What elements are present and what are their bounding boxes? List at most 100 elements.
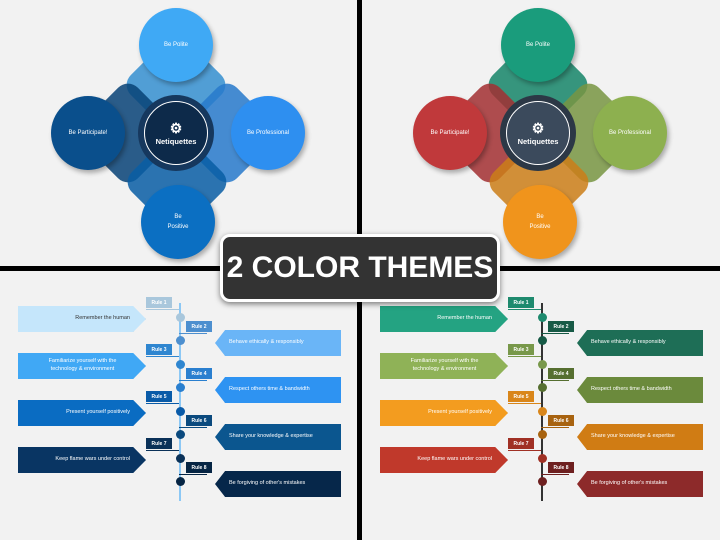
- gear-magnifier-icon: ⚙: [531, 119, 545, 136]
- rule-connector: [146, 403, 179, 404]
- hub-label-top: Be Polite: [163, 42, 188, 48]
- rule-tag: Rule 8: [548, 462, 574, 473]
- label-wrap: Be Positive: [529, 214, 550, 230]
- rule-box: Present yourself positively: [380, 400, 508, 426]
- rule-text: Be forgiving of other's mistakes: [591, 480, 668, 487]
- hub-circle-top: Be Polite: [501, 8, 575, 82]
- hub-circle-right: Be Professional: [593, 96, 667, 170]
- rule-tag: Rule 1: [508, 297, 534, 308]
- hub-center-inner: ⚙ Netiquettes: [144, 101, 208, 165]
- timeline-dot: [175, 383, 185, 392]
- rule-text: Share your knowledge & expertise: [229, 433, 313, 440]
- rule-box: Familiarize yourself with the technology…: [380, 353, 508, 379]
- hub-label-left: Be Participate!: [430, 130, 470, 136]
- rule-tag: Rule 5: [508, 391, 534, 402]
- rule-connector: [179, 333, 207, 334]
- rule-connector: [508, 356, 541, 357]
- rule-tag: Rule 7: [146, 438, 172, 449]
- rule-text: Keep flame wars under control: [417, 456, 492, 463]
- rule-text: Keep flame wars under control: [55, 456, 130, 463]
- hub-label-left: Be Participate!: [68, 130, 108, 136]
- rule-box: Respect others time & bandwidth: [577, 377, 703, 403]
- timeline-dot: [175, 453, 185, 463]
- timeline-dot: [537, 312, 547, 322]
- hub-circle-left: Be Participate!: [413, 96, 487, 170]
- timeline-dot: [537, 477, 547, 486]
- hub-circle-left: Be Participate!: [51, 96, 125, 170]
- rule-connector: [541, 380, 569, 381]
- rule-text: Share your knowledge & expertise: [591, 433, 675, 440]
- hub-center: ⚙ Netiquettes: [500, 95, 576, 171]
- gear-magnifier-icon: ⚙: [169, 119, 183, 136]
- rule-box: Familiarize yourself with the technology…: [18, 353, 146, 379]
- rule-connector: [508, 450, 541, 451]
- rule-box: Remember the human: [18, 306, 146, 332]
- rule-text: Present yourself positively: [66, 409, 130, 416]
- rule-tag: Rule 3: [146, 344, 172, 355]
- rule-connector: [146, 450, 179, 451]
- timeline-dot: [175, 312, 185, 322]
- multi-rules-slide: Remember the human Rule 1 Behave ethically…: [362, 271, 720, 540]
- hub-circle-bottom: Be Positive: [503, 185, 577, 259]
- blue-hub-slide: Be Polite Be Participate! Be Professional B…: [0, 0, 357, 266]
- timeline-dot: [175, 406, 185, 416]
- rule-tag: Rule 3: [508, 344, 534, 355]
- rule-connector: [541, 474, 569, 475]
- rule-tag: Rule 2: [548, 321, 574, 332]
- timeline-dot: [175, 359, 185, 369]
- rule-text: Respect others time & bandwidth: [591, 386, 672, 393]
- rule-tag: Rule 6: [548, 415, 574, 426]
- timeline-dot: [175, 336, 185, 345]
- rule-text: Present yourself positively: [428, 409, 492, 416]
- rule-connector: [508, 403, 541, 404]
- rule-text: Behave ethically & responsibly: [591, 339, 666, 346]
- rule-connector: [179, 427, 207, 428]
- hub-circle-right: Be Professional: [231, 96, 305, 170]
- hub-center: ⚙ Netiquettes: [138, 95, 214, 171]
- rule-text: Respect others time & bandwidth: [229, 386, 310, 393]
- hub-label-bottom-1: Be: [174, 214, 182, 220]
- banner-title: 2 COLOR THEMES: [220, 234, 500, 302]
- rule-box: Be forgiving of other's mistakes: [215, 471, 341, 497]
- rule-text: Familiarize yourself with the technology…: [48, 358, 117, 372]
- timeline-dot: [537, 383, 547, 392]
- rule-box: Share your knowledge & expertise: [577, 424, 703, 450]
- timeline-dot: [537, 430, 547, 439]
- rule-box: Present yourself positively: [18, 400, 146, 426]
- rule-connector: [146, 356, 179, 357]
- rule-text: Behave ethically & responsibly: [229, 339, 304, 346]
- hub-circle-top: Be Polite: [139, 8, 213, 82]
- rule-text: Remember the human: [75, 315, 130, 322]
- hub-label-right: Be Professional: [608, 130, 652, 136]
- hub-center-inner: ⚙ Netiquettes: [506, 101, 570, 165]
- hub-label-right: Be Professional: [246, 130, 290, 136]
- rule-connector: [541, 333, 569, 334]
- timeline-dot: [537, 406, 547, 416]
- rule-tag: Rule 6: [186, 415, 212, 426]
- rule-text: Be forgiving of other's mistakes: [229, 480, 306, 487]
- hub-center-label: Netiquettes: [517, 136, 559, 146]
- hub-circle-bottom: Be Positive: [141, 185, 215, 259]
- rule-box: Be forgiving of other's mistakes: [577, 471, 703, 497]
- rule-box: Share your knowledge & expertise: [215, 424, 341, 450]
- rule-box: Behave ethically & responsibly: [577, 330, 703, 356]
- label-wrap: Be Positive: [167, 214, 188, 230]
- timeline-dot: [175, 477, 185, 486]
- hub-label-bottom-2: Positive: [167, 224, 189, 230]
- rule-box: Respect others time & bandwidth: [215, 377, 341, 403]
- hub-center-label: Netiquettes: [155, 136, 197, 146]
- timeline-dot: [537, 453, 547, 463]
- rule-connector: [541, 427, 569, 428]
- rule-tag: Rule 1: [146, 297, 172, 308]
- rule-connector: [179, 380, 207, 381]
- rule-tag: Rule 2: [186, 321, 212, 332]
- rule-connector: [508, 309, 541, 310]
- hub-label-bottom-1: Be: [536, 214, 544, 220]
- rule-tag: Rule 7: [508, 438, 534, 449]
- timeline-dot: [537, 336, 547, 345]
- rule-text: Familiarize yourself with the technology…: [410, 358, 479, 372]
- timeline-dot: [175, 430, 185, 439]
- rule-box: Remember the human: [380, 306, 508, 332]
- rule-connector: [179, 474, 207, 475]
- rule-text: Remember the human: [437, 315, 492, 322]
